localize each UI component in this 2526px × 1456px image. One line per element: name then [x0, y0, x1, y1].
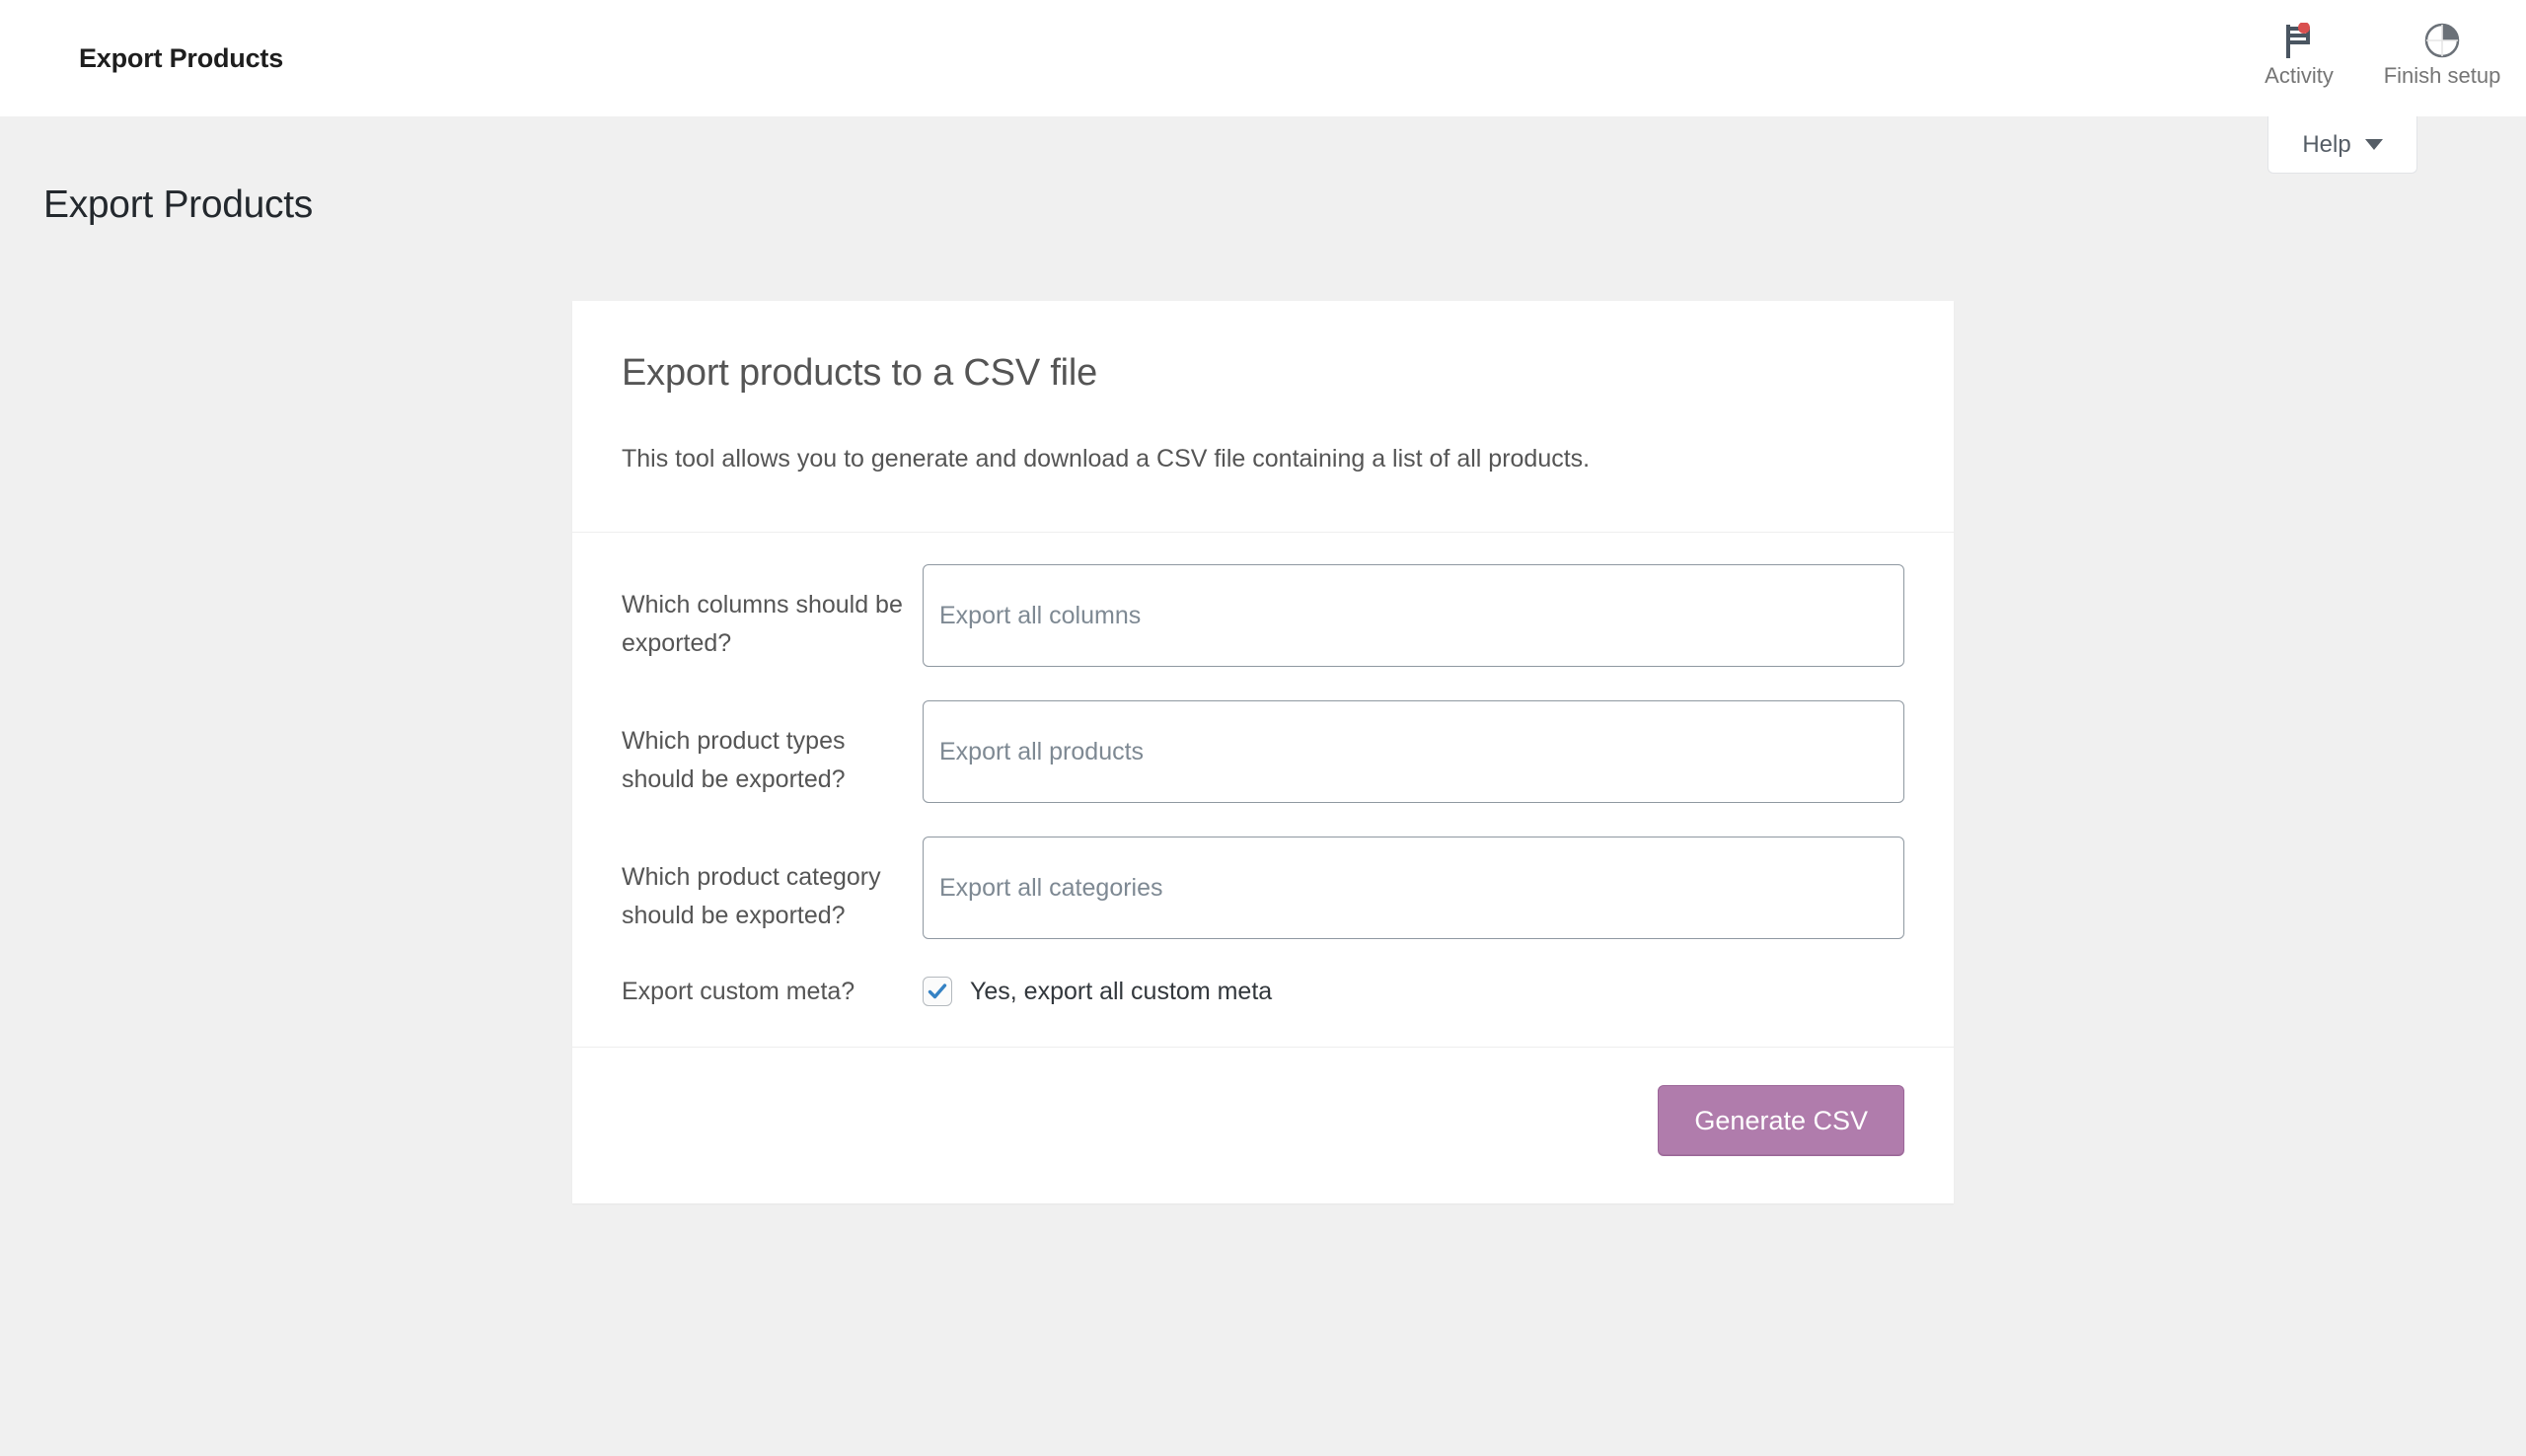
progress-circle-icon [2423, 20, 2461, 61]
custom-meta-field-label: Export custom meta? [622, 978, 855, 1005]
form-row-product-category: Which product category should be exporte… [622, 837, 1904, 939]
form-row-custom-meta: Export custom meta? Yes, export all cust… [622, 973, 1904, 1011]
check-icon [928, 983, 947, 999]
generate-csv-button[interactable]: Generate CSV [1658, 1084, 1904, 1156]
custom-meta-checkbox-wrap[interactable]: Yes, export all custom meta [923, 977, 1904, 1007]
admin-bar-actions: Activity Finish setup [2240, 0, 2526, 116]
admin-bar-title: Export Products [79, 43, 284, 73]
form-row-product-types: Which product types should be exported? … [622, 700, 1904, 803]
finish-setup-label: Finish setup [2383, 63, 2501, 88]
card-title: Export products to a CSV file [622, 352, 1098, 394]
help-dropdown-button[interactable]: Help [2267, 116, 2417, 174]
custom-meta-checkbox[interactable] [923, 977, 952, 1007]
product-category-select[interactable]: Export all categories [923, 837, 1904, 939]
product-category-field-control: Export all categories [923, 837, 1904, 939]
product-category-select-placeholder: Export all categories [939, 873, 1163, 902]
custom-meta-checkbox-label: Yes, export all custom meta [970, 977, 1273, 1005]
card-description: This tool allows you to generate and dow… [622, 445, 1591, 473]
product-types-field-control: Export all products [923, 700, 1904, 803]
product-types-field-label: Which product types should be exported? [622, 727, 846, 793]
flag-icon [2282, 20, 2316, 61]
columns-field-label: Which columns should be exported? [622, 591, 903, 657]
product-types-select-placeholder: Export all products [939, 737, 1145, 765]
columns-select[interactable]: Export all columns [923, 564, 1904, 667]
export-products-card: Export products to a CSV file This tool … [572, 301, 1954, 1203]
card-footer: Generate CSV [572, 1048, 1954, 1203]
product-category-field-label: Which product category should be exporte… [622, 863, 881, 929]
product-types-select[interactable]: Export all products [923, 700, 1904, 803]
top-admin-bar: Export Products Activity Finish setup [0, 0, 2526, 116]
columns-field-control: Export all columns [923, 564, 1904, 667]
help-label: Help [2302, 130, 2351, 158]
export-form: Which columns should be exported? Export… [572, 533, 1954, 1048]
activity-button[interactable]: Activity [2240, 0, 2358, 116]
card-header: Export products to a CSV file This tool … [572, 301, 1954, 533]
custom-meta-field-control: Yes, export all custom meta [923, 977, 1904, 1007]
chevron-down-icon [2364, 139, 2383, 150]
activity-label: Activity [2265, 63, 2334, 88]
page-title: Export Products [43, 183, 313, 227]
columns-select-placeholder: Export all columns [939, 601, 1142, 629]
form-row-columns: Which columns should be exported? Export… [622, 564, 1904, 667]
finish-setup-button[interactable]: Finish setup [2358, 0, 2526, 116]
